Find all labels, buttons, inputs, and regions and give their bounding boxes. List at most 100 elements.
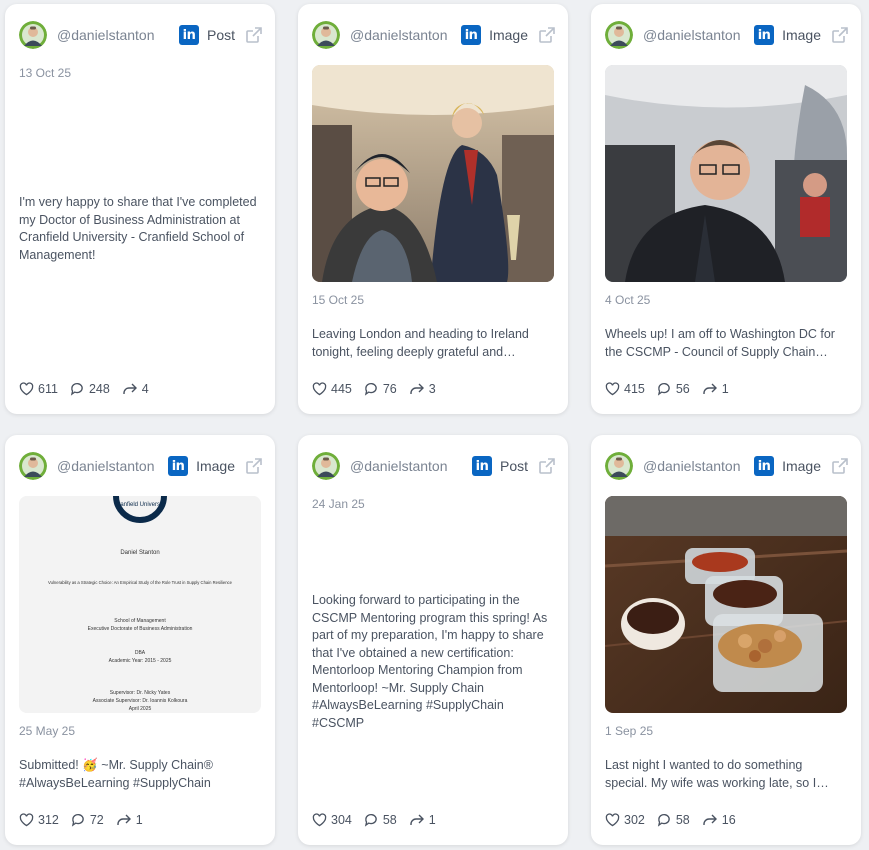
author-handle[interactable]: @danielstanton: [57, 458, 162, 474]
post-image[interactable]: Cranfield University Daniel Stanton Vuln…: [19, 496, 261, 713]
avatar[interactable]: [605, 452, 633, 480]
author-handle[interactable]: @danielstanton: [57, 27, 173, 43]
post-type-label: Post: [206, 27, 235, 43]
post-text: Submitted! 🥳 ~Mr. Supply Chain® #AlwaysB…: [19, 758, 213, 790]
share-icon: [410, 814, 424, 825]
share-icon: [117, 814, 131, 825]
doc-author: Daniel Stanton: [120, 550, 159, 556]
likes-stat: 611: [19, 382, 58, 396]
shares-count: 16: [721, 813, 736, 827]
likes-stat: 415: [605, 382, 645, 396]
avatar[interactable]: [312, 452, 340, 480]
card-header: @danielstanton in Post: [19, 20, 263, 50]
post-date: 25 May 25: [19, 724, 76, 738]
shares-stat: 3: [409, 382, 436, 396]
linkedin-icon: in: [168, 456, 189, 476]
external-link-icon[interactable]: [538, 26, 556, 44]
comment-icon: [70, 383, 83, 396]
post-image[interactable]: [605, 496, 847, 713]
avatar[interactable]: [19, 452, 47, 480]
avatar[interactable]: [19, 21, 47, 49]
comments-stat: 56: [657, 382, 690, 396]
likes-count: 312: [38, 813, 59, 827]
post-type-label: Image: [196, 458, 235, 474]
post-date: 15 Oct 25: [312, 293, 365, 307]
external-link-icon[interactable]: [245, 457, 263, 475]
doc-university: Cranfield University: [114, 502, 166, 508]
likes-count: 302: [624, 813, 645, 827]
doc-assoc-supervisor: Associate Supervisor: Dr. Ioannis Kolkou…: [93, 698, 188, 704]
external-link-icon[interactable]: [538, 457, 556, 475]
engagement-stats: 312 72 1: [19, 813, 155, 827]
shares-stat: 16: [702, 813, 736, 827]
shares-count: 1: [721, 382, 729, 396]
heart-icon: [312, 813, 327, 827]
doc-year: Academic Year: 2015 - 2025: [109, 658, 172, 664]
likes-count: 611: [38, 382, 58, 396]
heart-icon: [605, 813, 620, 827]
avatar[interactable]: [312, 21, 340, 49]
comments-stat: 72: [71, 813, 104, 827]
likes-stat: 302: [605, 813, 645, 827]
post-card[interactable]: @danielstanton in Image Cranfield Univer…: [5, 435, 275, 845]
post-card[interactable]: @danielstanton in Post 13 Oct 25 I'm ver…: [5, 4, 275, 414]
card-header: @danielstanton in Post: [312, 451, 556, 481]
engagement-stats: 304 58 1: [312, 813, 448, 827]
heart-icon: [19, 813, 34, 827]
card-header: @danielstanton in Image: [312, 20, 556, 50]
doc-degree: DBA: [135, 650, 146, 656]
comments-count: 58: [382, 813, 397, 827]
linkedin-icon: in: [461, 25, 482, 45]
engagement-stats: 611 248 4: [19, 382, 161, 396]
doc-programme: Executive Doctorate of Business Administ…: [88, 626, 193, 632]
post-image[interactable]: [605, 65, 847, 282]
post-card[interactable]: @danielstanton in Image 15 Oct 25 Leavin: [298, 4, 568, 414]
post-card[interactable]: @danielstanton in Image 4 Oct 25 Wheels …: [591, 4, 861, 414]
shares-stat: 1: [702, 382, 729, 396]
doc-title: Vulnerability as a Strategic Choice: An …: [48, 580, 233, 585]
shares-count: 3: [428, 382, 436, 396]
avatar[interactable]: [605, 21, 633, 49]
comment-icon: [657, 814, 670, 827]
heart-icon: [312, 382, 327, 396]
linkedin-icon: in: [754, 25, 775, 45]
card-header: @danielstanton in Image: [19, 451, 263, 481]
external-link-icon[interactable]: [831, 26, 849, 44]
author-handle[interactable]: @danielstanton: [643, 27, 748, 43]
card-header: @danielstanton in Image: [605, 20, 849, 50]
shares-count: 4: [141, 382, 149, 396]
likes-count: 415: [624, 382, 645, 396]
post-card[interactable]: @danielstanton in Post 24 Jan 25 Looking…: [298, 435, 568, 845]
likes-stat: 312: [19, 813, 59, 827]
post-type-label: Image: [782, 27, 821, 43]
comments-count: 72: [89, 813, 104, 827]
author-handle[interactable]: @danielstanton: [350, 27, 455, 43]
post-image[interactable]: [312, 65, 554, 282]
likes-count: 304: [331, 813, 352, 827]
post-text: Last night I wanted to do something spec…: [605, 758, 817, 790]
post-date: 13 Oct 25: [19, 66, 72, 80]
comments-count: 58: [675, 813, 690, 827]
external-link-icon[interactable]: [245, 26, 263, 44]
comments-stat: 58: [657, 813, 690, 827]
comment-icon: [364, 383, 377, 396]
shares-stat: 1: [409, 813, 436, 827]
shares-count: 1: [135, 813, 143, 827]
author-handle[interactable]: @danielstanton: [643, 458, 748, 474]
post-card[interactable]: @danielstanton in Image 1 Sep 25 Last ni…: [591, 435, 861, 845]
external-link-icon[interactable]: [831, 457, 849, 475]
doc-school: School of Management: [114, 618, 166, 624]
heart-icon: [605, 382, 620, 396]
engagement-stats: 302 58 16: [605, 813, 748, 827]
comment-icon: [364, 814, 377, 827]
post-date: 4 Oct 25: [605, 293, 651, 307]
share-icon: [123, 383, 137, 394]
comments-count: 56: [675, 382, 690, 396]
likes-stat: 445: [312, 382, 352, 396]
author-handle[interactable]: @danielstanton: [350, 458, 466, 474]
shares-stat: 4: [122, 382, 149, 396]
shares-stat: 1: [116, 813, 143, 827]
post-type-label: Image: [489, 27, 528, 43]
engagement-stats: 415 56 1: [605, 382, 741, 396]
comments-stat: 76: [364, 382, 397, 396]
